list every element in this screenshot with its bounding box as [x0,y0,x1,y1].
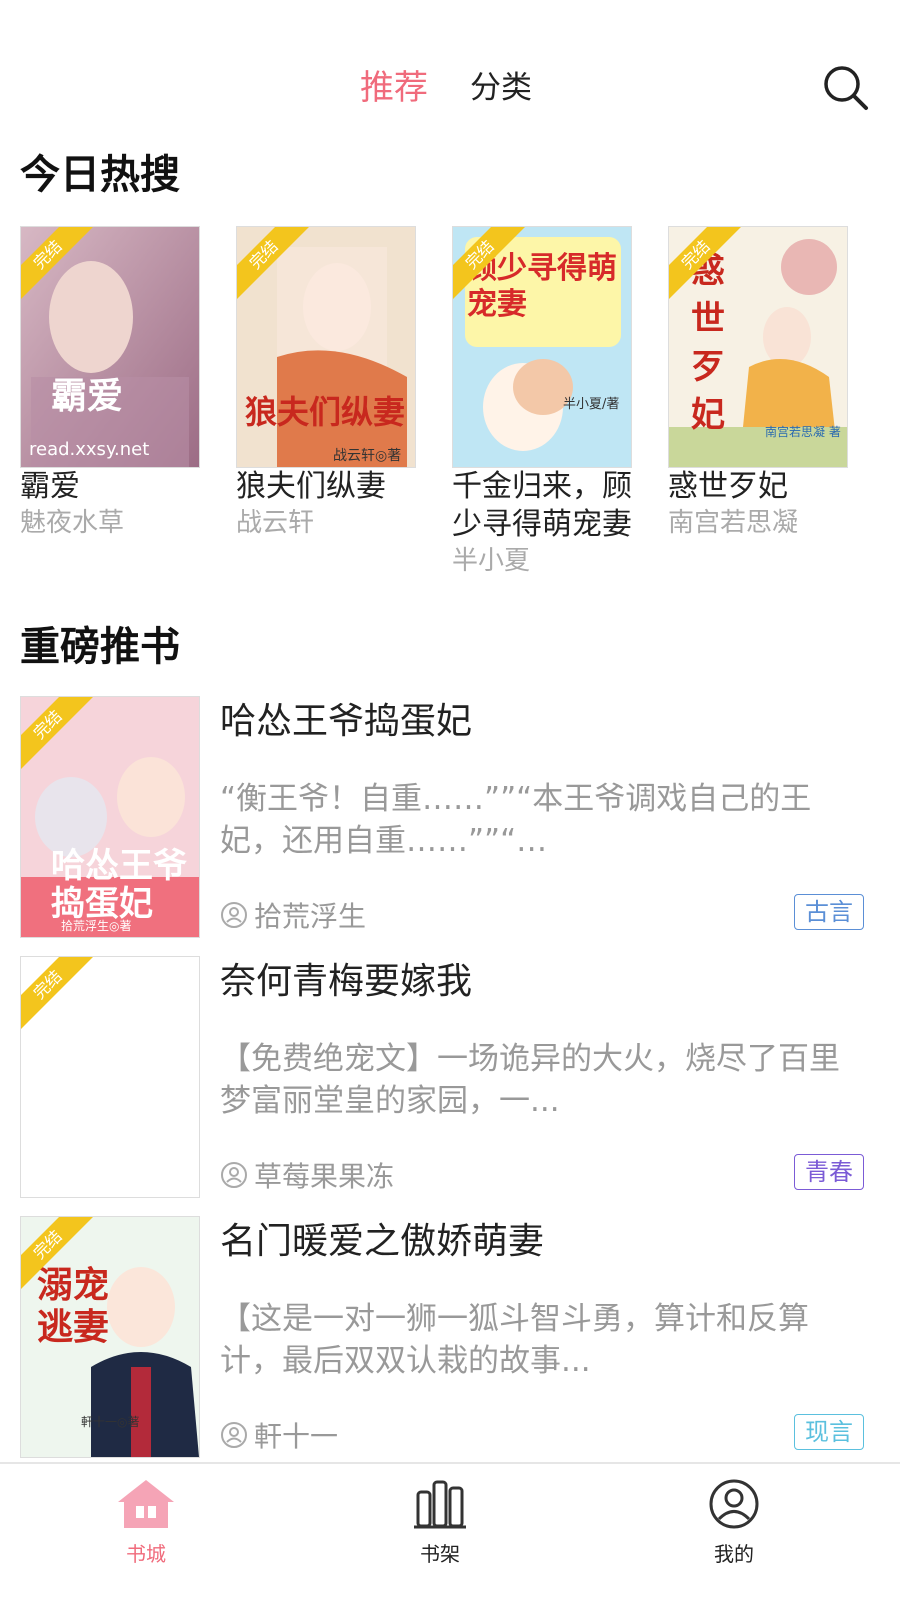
bookshelf-icon [414,1480,466,1529]
cover-title-text: 霸爱 [51,376,124,417]
featured-title: 重磅推书 [20,624,180,670]
tab-category[interactable]: 分类 [470,66,532,110]
nav-bookshelf[interactable]: 书架 [380,1478,500,1567]
cover-author-text: 軒十一◎著 [81,1415,140,1429]
cover-url-text: read.xxsy.net [29,439,150,460]
hot-book-title: 千金归来，顾少寻得萌宠妻 [452,469,632,542]
cover-title-text: 惑世歹妃 [691,251,725,435]
author-icon [221,902,247,928]
featured-book-author: 軒十一 [254,1420,339,1453]
book-cover: 惑世歹妃 南宫若思凝 著 完结 [668,226,848,468]
home-icon [118,1480,174,1528]
book-cover: 溺宠逃妻 軒十一◎著 完结 [20,1216,200,1458]
completed-badge: 完结 [21,957,99,1035]
book-cover: 完结 [20,956,200,1198]
search-icon[interactable] [822,64,870,112]
featured-book-author: 拾荒浮生 [254,900,367,933]
featured-book-desc: 【免费绝宠文】一场诡异的大火，烧尽了百里梦富丽堂皇的家园，一... [220,1041,840,1119]
featured-book-desc: “衡王爷！自重……””“本王爷调戏自己的王妃，还用自重……””“… [220,781,812,859]
hot-book-author: 半小夏 [452,546,531,576]
hot-book-author: 战云轩 [236,508,315,538]
nav-profile[interactable]: 我的 [674,1478,794,1567]
cover-title-text: 溺宠逃妻 [37,1265,110,1348]
bottom-nav: 书城 书架 我的 [0,1462,900,1602]
cover-title-text: 顾少寻得萌宠妻 [467,251,617,322]
nav-bookstore[interactable]: 书城 [86,1478,206,1567]
featured-book-title: 哈怂王爷捣蛋妃 [220,701,473,742]
cover-title-text: 哈怂王爷捣蛋妃 [51,846,187,924]
book-cover: 哈怂王爷捣蛋妃 拾荒浮生◎著 完结 [20,696,200,938]
hot-book-author: 南宫若思凝 [668,508,799,538]
hot-book-title: 惑世歹妃 [668,469,788,504]
cover-title-text: 狼夫们纵妻 [245,393,406,431]
book-cover: 霸爱 read.xxsy.net 完结 [20,226,200,468]
featured-book-title: 奈何青梅要嫁我 [220,961,473,1002]
book-cover: 狼夫们纵妻 战云轩◎著 完结 [236,226,416,468]
author-icon [221,1422,247,1448]
author-icon [221,1162,247,1188]
hot-book-author: 魅夜水草 [20,508,125,538]
tab-recommend[interactable]: 推荐 [360,66,428,110]
hot-book-title: 霸爱 [20,469,80,504]
cover-author-text: 南宫若思凝 著 [765,425,841,439]
featured-book-item[interactable]: 哈怂王爷捣蛋妃 拾荒浮生◎著 完结 哈怂王爷捣蛋妃 “衡王爷！自重……””“本王… [0,696,900,940]
profile-icon [709,1479,759,1529]
featured-book-author: 草莓果果冻 [254,1160,395,1193]
featured-book-desc: 【这是一对一狮一狐斗智斗勇，算计和反算计，最后双双认栽的故事... [220,1301,809,1379]
author-row: 拾荒浮生 [220,896,366,934]
top-bar: 推荐 分类 [0,0,900,140]
featured-book-item[interactable]: 完结 奈何青梅要嫁我 【免费绝宠文】一场诡异的大火，烧尽了百里梦富丽堂皇的家园，… [0,956,900,1200]
cover-author-text: 半小夏/著 [563,397,620,412]
nav-label: 书架 [420,1542,460,1566]
author-row: 軒十一 [220,1416,338,1454]
hot-book-title: 狼夫们纵妻 [236,469,386,504]
genre-tag[interactable]: 古言 [794,894,864,930]
genre-tag[interactable]: 现言 [794,1414,864,1450]
nav-label: 书城 [126,1542,166,1566]
author-row: 草莓果果冻 [220,1156,394,1194]
featured-book-item[interactable]: 溺宠逃妻 軒十一◎著 完结 名门暖爱之傲娇萌妻 【这是一对一狮一狐斗智斗勇，算计… [0,1216,900,1460]
featured-book-title: 名门暖爱之傲娇萌妻 [220,1221,545,1262]
cover-author-text: 战云轩◎著 [333,448,402,464]
cover-author-text: 拾荒浮生◎著 [61,919,132,933]
hot-search-title: 今日热搜 [20,152,180,198]
genre-tag[interactable]: 青春 [794,1154,864,1190]
nav-label: 我的 [714,1542,754,1566]
book-cover: 顾少寻得萌宠妻 半小夏/著 完结 [452,226,632,468]
